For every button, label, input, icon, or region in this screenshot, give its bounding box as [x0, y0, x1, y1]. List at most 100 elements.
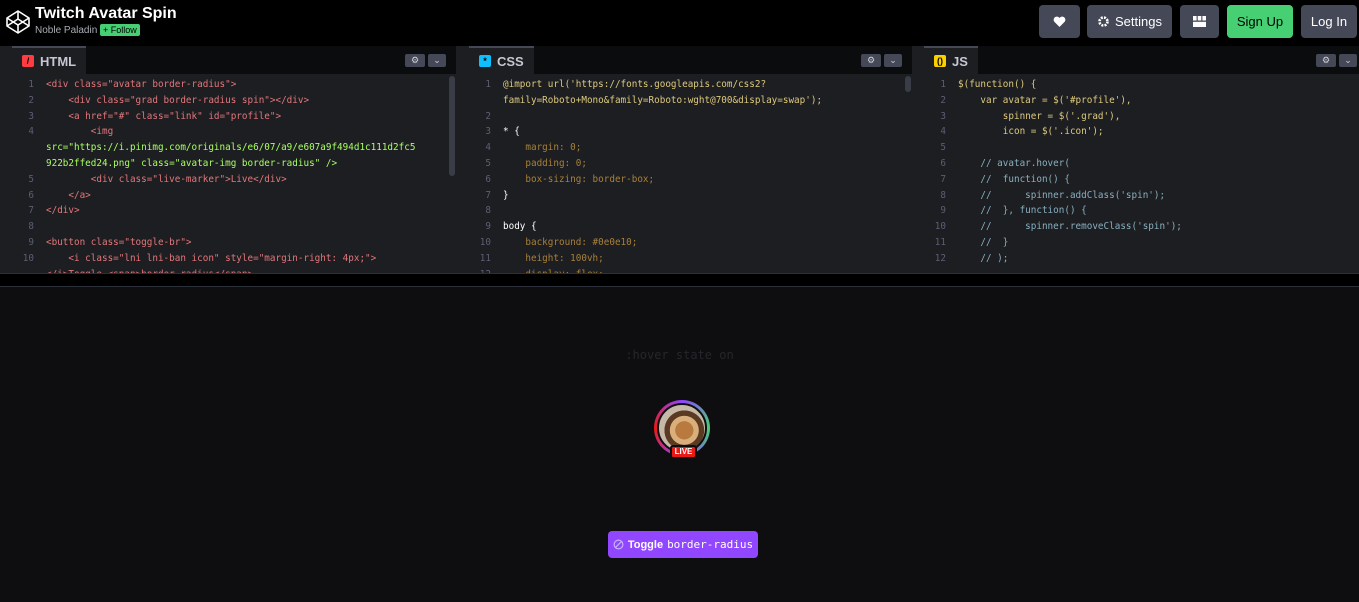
- code-line[interactable]: 3 spinner = $('.grad'),: [924, 109, 1351, 125]
- code-text: padding: 0;: [503, 157, 587, 169]
- codepen-logo-icon[interactable]: [5, 9, 31, 35]
- live-badge: LIVE: [670, 445, 697, 459]
- code-text: <button class="toggle-br">: [46, 236, 192, 248]
- code-line[interactable]: 9 body {: [469, 219, 904, 235]
- code-line[interactable]: 6 </a>: [12, 188, 448, 204]
- code-line[interactable]: 6 box-sizing: border-box;: [469, 172, 904, 188]
- code-text: // spinner.removeClass('spin');: [958, 221, 1182, 233]
- line-number: 8: [940, 189, 946, 201]
- code-line[interactable]: 1 $(function() {: [924, 77, 1351, 93]
- code-line[interactable]: 9 <button class="toggle-br">: [12, 235, 448, 251]
- change-view-button[interactable]: [1180, 5, 1219, 38]
- line-number: 7: [28, 205, 34, 217]
- code-text: src="https://i.pinimg.com/originals/e6/0…: [46, 142, 416, 154]
- code-line[interactable]: 1 <div class="avatar border-radius">: [12, 77, 448, 93]
- css-collapse-chevron-icon[interactable]: ⌄: [884, 54, 902, 67]
- code-line[interactable]: 5: [924, 140, 1351, 156]
- code-line[interactable]: 6 // avatar.hover(: [924, 156, 1351, 172]
- log-in-button[interactable]: Log In: [1301, 5, 1357, 38]
- code-line[interactable]: 10 background: #0e0e10;: [469, 235, 904, 251]
- js-settings-icon[interactable]: ⚙: [1316, 54, 1336, 67]
- line-number: 2: [940, 94, 946, 106]
- code-line[interactable]: 10 <i class="lni lni-ban icon" style="ma…: [12, 251, 448, 267]
- js-collapse-chevron-icon[interactable]: ⌄: [1339, 54, 1357, 67]
- code-line[interactable]: 7 </div>: [12, 203, 448, 219]
- css-editor-pane[interactable]: * CSS ⚙ ⌄ 1 @import url('https://fonts.go…: [469, 46, 912, 273]
- code-line[interactable]: 9 // }, function() {: [924, 203, 1351, 219]
- love-button[interactable]: [1039, 5, 1080, 38]
- code-line[interactable]: 5 <div class="live-marker">Live</div>: [12, 172, 448, 188]
- code-text: }: [503, 189, 509, 201]
- line-number: 12: [934, 252, 946, 264]
- toggle-code-label: border-radius: [667, 538, 754, 551]
- editor-area: / HTML ⚙ ⌄ 1 <div class="avatar border-ra…: [0, 46, 1359, 273]
- code-line[interactable]: 7}: [469, 188, 904, 204]
- code-line[interactable]: 3 * {: [469, 124, 904, 140]
- code-line[interactable]: 5 padding: 0;: [469, 156, 904, 172]
- code-text: // avatar.hover(: [958, 157, 1070, 169]
- pen-title[interactable]: Twitch Avatar Spin: [35, 5, 177, 23]
- code-line[interactable]: 2 var avatar = $('#profile'),: [924, 93, 1351, 109]
- code-line[interactable]: 1 @import url('https://fonts.googleapis.c…: [469, 77, 904, 93]
- js-code[interactable]: 1 $(function() {2 var avatar = $('#profil…: [924, 77, 1351, 273]
- html-pane-header: / HTML ⚙ ⌄: [12, 46, 456, 74]
- code-line[interactable]: 7 // function() {: [924, 172, 1351, 188]
- html-editor-pane[interactable]: / HTML ⚙ ⌄ 1 <div class="avatar border-ra…: [12, 46, 456, 273]
- code-line[interactable]: 8: [12, 219, 448, 235]
- css-settings-icon[interactable]: ⚙: [861, 54, 881, 67]
- line-number: 9: [485, 221, 491, 233]
- code-line[interactable]: 2 <div class="grad border-radius spin"><…: [12, 93, 448, 109]
- code-text: </div>: [46, 205, 80, 217]
- code-line[interactable]: 4 margin: 0;: [469, 140, 904, 156]
- code-text: <img: [46, 126, 114, 138]
- code-line[interactable]: 3 <a href="#" class="link" id="profile">: [12, 109, 448, 125]
- code-line[interactable]: 8 // spinner.addClass('spin');: [924, 188, 1351, 204]
- code-line[interactable]: 922b2ffed24.png" class="avatar-img borde…: [12, 156, 448, 172]
- code-line[interactable]: 4 <img: [12, 124, 448, 140]
- code-text: * {: [503, 126, 520, 138]
- css-tab[interactable]: * CSS: [469, 46, 534, 74]
- html-tab[interactable]: / HTML: [12, 46, 87, 74]
- code-line[interactable]: 8: [469, 203, 904, 219]
- code-text: icon = $('.icon');: [958, 126, 1104, 138]
- sign-up-button[interactable]: Sign Up: [1227, 5, 1293, 38]
- code-line[interactable]: 11 height: 100vh;: [469, 251, 904, 267]
- author-name[interactable]: Noble Paladin: [35, 25, 97, 36]
- html-settings-icon[interactable]: ⚙: [405, 54, 425, 67]
- line-number: 9: [28, 236, 34, 248]
- follow-button[interactable]: + Follow: [100, 24, 140, 36]
- toggle-border-radius-button[interactable]: Toggle border-radius: [608, 531, 758, 558]
- code-text: // }: [958, 236, 1009, 248]
- code-text: box-sizing: border-box;: [503, 173, 655, 185]
- html-language-icon: /: [22, 55, 34, 67]
- resize-handle[interactable]: [0, 273, 1359, 287]
- line-number: 10: [22, 252, 34, 264]
- js-editor-pane[interactable]: () JS ⚙ ⌄ 1 $(function() {2 var avatar = …: [924, 46, 1359, 273]
- line-number: 5: [940, 142, 946, 154]
- html-collapse-chevron-icon[interactable]: ⌄: [428, 54, 446, 67]
- html-code[interactable]: 1 <div class="avatar border-radius"> 2 <di…: [12, 77, 448, 273]
- css-code[interactable]: 1 @import url('https://fonts.googleapis.c…: [469, 77, 904, 273]
- code-line[interactable]: 10 // spinner.removeClass('spin');: [924, 219, 1351, 235]
- code-line[interactable]: src="https://i.pinimg.com/originals/e6/0…: [12, 140, 448, 156]
- code-text: // }, function() {: [958, 205, 1087, 217]
- line-number: 11: [934, 236, 946, 248]
- hover-state-note: :hover state on: [625, 348, 734, 362]
- code-line[interactable]: 12 // );: [924, 251, 1351, 267]
- css-scrollbar[interactable]: [905, 76, 911, 92]
- code-text: </a>: [46, 189, 91, 201]
- settings-button[interactable]: Settings: [1087, 5, 1172, 38]
- code-text: body {: [503, 221, 537, 233]
- line-number: 5: [28, 173, 34, 185]
- code-text: <div class="live-marker">Live</div>: [46, 173, 287, 185]
- code-text: // function() {: [958, 173, 1070, 185]
- js-tab[interactable]: () JS: [924, 46, 978, 74]
- code-line[interactable]: 4 icon = $('.icon');: [924, 124, 1351, 140]
- settings-label: Settings: [1115, 14, 1162, 29]
- line-number: 9: [940, 205, 946, 217]
- code-line[interactable]: 11 // }: [924, 235, 1351, 251]
- line-number: 5: [485, 157, 491, 169]
- code-line[interactable]: family=Roboto+Mono&family=Roboto:wght@70…: [469, 93, 904, 109]
- html-scrollbar[interactable]: [449, 76, 455, 176]
- code-line[interactable]: 2: [469, 109, 904, 125]
